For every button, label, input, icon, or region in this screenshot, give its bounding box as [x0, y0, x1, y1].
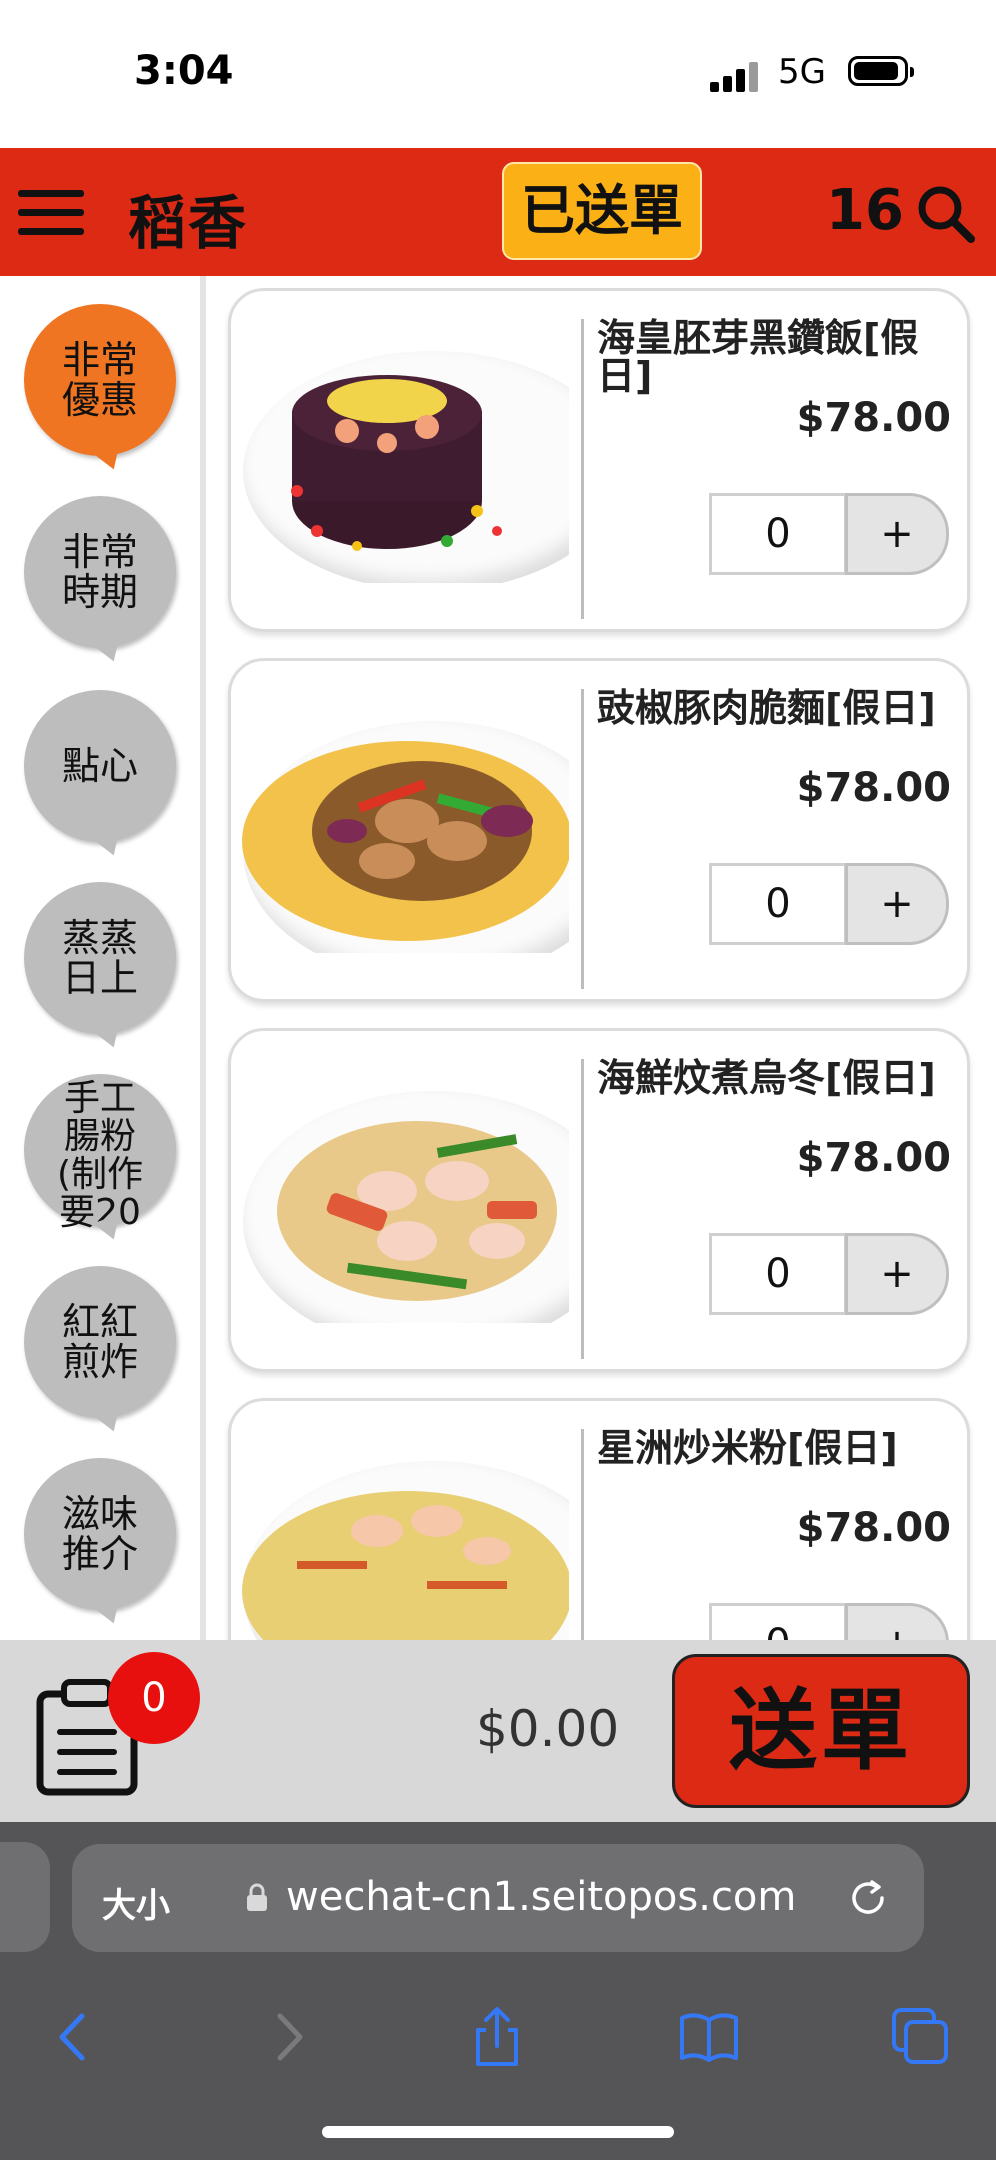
category-sidebar: 非常優惠 非常時期 點心 蒸蒸日上 手工腸粉(制作要20-25分) 紅紅煎炸 滋…	[0, 276, 206, 1640]
category-special-period[interactable]: 非常時期	[24, 496, 176, 648]
cart-bar: 0 $0.00 送單	[0, 1640, 996, 1822]
dish-price: $78.00	[796, 1135, 951, 1181]
add-quantity-button[interactable]: +	[845, 1233, 949, 1315]
category-label: 非常時期	[61, 530, 138, 614]
category-fried[interactable]: 紅紅煎炸	[24, 1266, 176, 1418]
singapore-noodle-dish-image	[242, 1491, 569, 1640]
quantity-field[interactable]: 0	[709, 1603, 847, 1640]
quantity-field[interactable]: 0	[709, 863, 847, 945]
lock-icon	[247, 1883, 267, 1911]
add-quantity-button[interactable]: +	[845, 1603, 949, 1640]
card-divider	[581, 319, 584, 619]
category-label: 滋味推介	[61, 1492, 138, 1576]
dish-name: 豉椒豚肉脆麵[假日]	[597, 686, 936, 730]
cart-count-badge: 0	[108, 1652, 200, 1744]
category-steamed[interactable]: 蒸蒸日上	[24, 882, 176, 1034]
dish-image	[237, 1441, 569, 1640]
add-quantity-button[interactable]: +	[845, 863, 949, 945]
app-header: 稻香 已送單 16	[0, 148, 996, 276]
dish-image	[237, 331, 569, 583]
category-recommended[interactable]: 滋味推介	[24, 1458, 176, 1610]
menu-item-list: 海皇胚芽黑鑽飯[假日] $78.00 0 + 豉椒豚肉脆麵[假日] $78.00…	[206, 276, 996, 1640]
text-size-button[interactable]: 大小	[102, 1878, 170, 1927]
dish-price: $78.00	[796, 765, 951, 811]
sent-orders-button[interactable]: 已送單	[502, 162, 702, 260]
status-time: 3:04	[134, 48, 234, 94]
reload-icon[interactable]	[846, 1876, 890, 1920]
bookmarks-icon[interactable]	[674, 2002, 744, 2072]
submit-order-button[interactable]: 送單	[672, 1654, 970, 1808]
dish-price: $78.00	[796, 1505, 951, 1551]
black-rice-dish-image	[291, 375, 502, 551]
menu-item-card[interactable]: 海皇胚芽黑鑽飯[假日] $78.00 0 +	[228, 288, 970, 632]
dish-image	[237, 1071, 569, 1323]
add-quantity-button[interactable]: +	[845, 493, 949, 575]
card-divider	[581, 689, 584, 989]
quantity-field[interactable]: 0	[709, 1233, 847, 1315]
menu-item-card[interactable]: 海鮮炆煮烏冬[假日] $78.00 0 +	[228, 1028, 970, 1372]
hamburger-menu-icon[interactable]	[18, 190, 84, 236]
seafood-udon-dish-image	[277, 1121, 557, 1301]
category-label: 點心	[61, 744, 138, 788]
address-bar[interactable]: 大小 wechat-cn1.seitopos.com	[72, 1844, 924, 1952]
search-icon[interactable]	[916, 184, 976, 244]
previous-tab-peek[interactable]	[0, 1842, 50, 1952]
network-label: 5G	[778, 52, 826, 92]
shop-name: 稻香	[128, 189, 249, 257]
battery-icon	[848, 56, 914, 86]
category-label: 非常優惠	[61, 338, 138, 422]
card-divider	[581, 1429, 584, 1640]
url-text[interactable]: wechat-cn1.seitopos.com	[286, 1874, 796, 1920]
home-indicator	[322, 2126, 674, 2138]
crispy-noodle-dish-image	[242, 741, 569, 941]
cart-total: $0.00	[476, 1700, 620, 1758]
quantity-field[interactable]: 0	[709, 493, 847, 575]
status-bar: 3:04 5G	[0, 0, 996, 148]
share-icon[interactable]	[462, 2002, 532, 2072]
menu-item-card[interactable]: 星洲炒米粉[假日] $78.00 0 +	[228, 1398, 970, 1640]
dish-price: $78.00	[796, 395, 951, 441]
dish-name: 海鮮炆煮烏冬[假日]	[597, 1056, 936, 1100]
dish-name: 星洲炒米粉[假日]	[597, 1426, 898, 1470]
category-dim-sum[interactable]: 點心	[24, 690, 176, 842]
dish-name: 海皇胚芽黑鑽飯[假日]	[597, 316, 919, 398]
browser-toolbar: 大小 wechat-cn1.seitopos.com	[0, 1822, 996, 2160]
category-special-offer[interactable]: 非常優惠	[24, 304, 176, 456]
category-rice-rolls[interactable]: 手工腸粉(制作要20-25分)	[24, 1074, 176, 1230]
category-label: 蒸蒸日上	[61, 916, 138, 1000]
signal-icon	[710, 60, 760, 92]
category-label: 手工腸粉(制作要20-25分)	[56, 1078, 144, 1231]
tabs-icon[interactable]	[886, 2002, 956, 2072]
forward-icon[interactable]	[252, 2002, 322, 2072]
back-icon[interactable]	[40, 2002, 110, 2072]
dish-image	[237, 701, 569, 953]
table-number: 16	[826, 178, 904, 243]
menu-item-card[interactable]: 豉椒豚肉脆麵[假日] $78.00 0 +	[228, 658, 970, 1002]
category-label: 紅紅煎炸	[61, 1300, 138, 1384]
card-divider	[581, 1059, 584, 1359]
